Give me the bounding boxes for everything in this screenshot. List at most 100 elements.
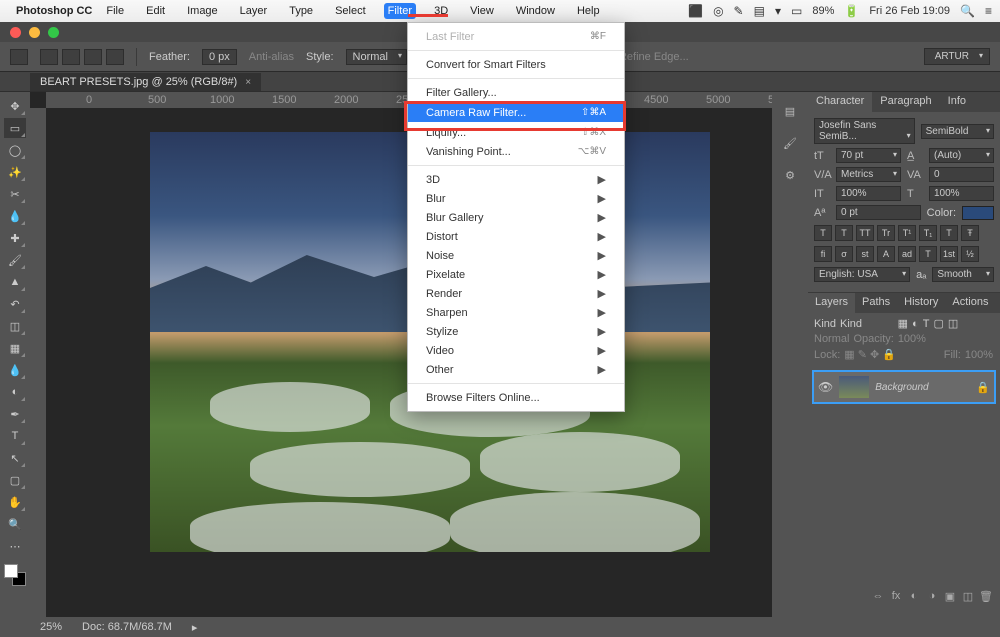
filter-pixel-icon[interactable]: ▦ bbox=[898, 317, 908, 330]
doc-size[interactable]: Doc: 68.7M/68.7M bbox=[82, 621, 172, 633]
menuitem-blur[interactable]: Blur▶ bbox=[408, 189, 624, 208]
menu-layer[interactable]: Layer bbox=[236, 3, 272, 19]
font-family-select[interactable]: Josefin Sans SemiB... bbox=[814, 118, 915, 144]
leading-field[interactable]: (Auto) bbox=[929, 148, 994, 163]
menuitem-pixelate[interactable]: Pixelate▶ bbox=[408, 265, 624, 284]
menu-filter[interactable]: Filter bbox=[384, 3, 416, 19]
marquee-tool[interactable]: ▭ bbox=[4, 118, 26, 138]
lock-icon[interactable]: 🔒 bbox=[976, 381, 990, 394]
ot-btn[interactable]: 1st bbox=[940, 246, 958, 262]
mask-icon[interactable]: ◐ bbox=[906, 590, 922, 603]
new-layer-icon[interactable]: ◫ bbox=[960, 590, 976, 603]
ot-btn[interactable]: A bbox=[877, 246, 895, 262]
menu-icon[interactable]: ▾ bbox=[775, 4, 781, 18]
workspace-select[interactable]: ARTUR bbox=[924, 48, 990, 65]
menuitem-render[interactable]: Render▶ bbox=[408, 284, 624, 303]
wand-tool[interactable]: ✨ bbox=[4, 162, 26, 182]
menuitem-liquify[interactable]: Liquify...⇧⌘X bbox=[408, 123, 624, 142]
eyedropper-tool[interactable]: 💧 bbox=[4, 206, 26, 226]
filter-smart-icon[interactable]: ◫ bbox=[948, 317, 958, 330]
menuitem-sharpen[interactable]: Sharpen▶ bbox=[408, 303, 624, 322]
menuitem-camera-raw-filter[interactable]: Camera Raw Filter...⇧⌘A bbox=[408, 103, 624, 122]
kerning-field[interactable]: Metrics bbox=[836, 167, 901, 182]
style-btn[interactable]: TT bbox=[856, 225, 874, 241]
evernote-icon[interactable]: ✎ bbox=[734, 4, 744, 18]
menu-edit[interactable]: Edit bbox=[142, 3, 169, 19]
tab-paths[interactable]: Paths bbox=[855, 293, 897, 313]
menu-window[interactable]: Window bbox=[512, 3, 559, 19]
blur-tool[interactable]: 💧 bbox=[4, 360, 26, 380]
baseline-field[interactable]: 0 pt bbox=[836, 205, 921, 220]
mem-icon[interactable]: ▤ bbox=[754, 4, 765, 18]
heal-tool[interactable]: ✚ bbox=[4, 228, 26, 248]
spotlight-icon[interactable]: 🔍 bbox=[960, 4, 975, 18]
menuitem-filter-gallery[interactable]: Filter Gallery... bbox=[408, 83, 624, 102]
lasso-tool[interactable]: ◯ bbox=[4, 140, 26, 160]
close-tab-icon[interactable]: × bbox=[245, 77, 251, 88]
app-name[interactable]: Photoshop CC bbox=[16, 5, 92, 17]
zoom-tool[interactable]: 🔍 bbox=[4, 514, 26, 534]
histogram-panel-icon[interactable]: ▤ bbox=[779, 102, 801, 120]
type-tool[interactable]: T bbox=[4, 426, 26, 446]
menu-image[interactable]: Image bbox=[183, 3, 222, 19]
brushes-panel-icon[interactable]: 🖌 bbox=[779, 134, 801, 152]
menuitem-other[interactable]: Other▶ bbox=[408, 360, 624, 379]
menu-type[interactable]: Type bbox=[285, 3, 317, 19]
style-btn[interactable]: T¹ bbox=[898, 225, 916, 241]
filter-type-icon[interactable]: T bbox=[923, 318, 930, 330]
style-btn[interactable]: Ŧ bbox=[961, 225, 979, 241]
sel-sub-icon[interactable] bbox=[84, 49, 102, 65]
font-style-select[interactable]: SemiBold bbox=[921, 124, 994, 139]
font-size-field[interactable]: 70 pt bbox=[836, 148, 901, 163]
menu-file[interactable]: File bbox=[102, 3, 128, 19]
ot-btn[interactable]: fi bbox=[814, 246, 832, 262]
tab-character[interactable]: Character bbox=[808, 92, 872, 112]
menuitem-3d[interactable]: 3D▶ bbox=[408, 170, 624, 189]
style-btn[interactable]: T bbox=[814, 225, 832, 241]
status-chevron-icon[interactable]: ▸ bbox=[192, 621, 198, 634]
menuitem-browse-filters-online[interactable]: Browse Filters Online... bbox=[408, 388, 624, 407]
aa-select[interactable]: Smooth bbox=[932, 267, 994, 282]
ot-btn[interactable]: ad bbox=[898, 246, 916, 262]
hscale-field[interactable]: 100% bbox=[929, 186, 994, 201]
shape-tool[interactable]: ▢ bbox=[4, 470, 26, 490]
group-icon[interactable]: ▣ bbox=[942, 590, 958, 603]
menu-help[interactable]: Help bbox=[573, 3, 604, 19]
menu-view[interactable]: View bbox=[466, 3, 498, 19]
text-color-swatch[interactable] bbox=[962, 206, 994, 220]
sel-add-icon[interactable] bbox=[62, 49, 80, 65]
tab-actions[interactable]: Actions bbox=[945, 293, 995, 313]
sel-new-icon[interactable] bbox=[40, 49, 58, 65]
list-icon[interactable]: ≡ bbox=[985, 4, 992, 18]
refine-edge-button[interactable]: Refine Edge... bbox=[619, 51, 689, 63]
style-btn[interactable]: Tr bbox=[877, 225, 895, 241]
style-select[interactable]: Normal bbox=[346, 49, 407, 65]
tab-info[interactable]: Info bbox=[940, 92, 974, 112]
minimize-window-button[interactable] bbox=[29, 27, 40, 38]
close-window-button[interactable] bbox=[10, 27, 21, 38]
menuitem-convert-for-smart-filters[interactable]: Convert for Smart Filters bbox=[408, 55, 624, 74]
layer-thumbnail[interactable] bbox=[839, 376, 869, 398]
style-btn[interactable]: T bbox=[835, 225, 853, 241]
filter-shape-icon[interactable]: ▢ bbox=[933, 317, 943, 330]
fill-field[interactable]: 100% bbox=[965, 349, 994, 361]
dropbox-icon[interactable]: ⬛ bbox=[688, 4, 703, 18]
ot-btn[interactable]: ½ bbox=[961, 246, 979, 262]
sel-int-icon[interactable] bbox=[106, 49, 124, 65]
style-btn[interactable]: T bbox=[940, 225, 958, 241]
menu-select[interactable]: Select bbox=[331, 3, 370, 19]
cc-icon[interactable]: ◎ bbox=[713, 4, 723, 18]
layer-row-background[interactable]: 👁 Background 🔒 bbox=[812, 370, 996, 404]
crop-tool[interactable]: ✂ bbox=[4, 184, 26, 204]
blend-mode-select[interactable]: Normal bbox=[814, 333, 849, 345]
antialias-checkbox[interactable]: Anti-alias bbox=[249, 51, 294, 63]
tab-history[interactable]: History bbox=[897, 293, 945, 313]
trash-icon[interactable]: 🗑 bbox=[978, 590, 994, 603]
feather-value[interactable]: 0 px bbox=[202, 49, 237, 65]
menuitem-vanishing-point[interactable]: Vanishing Point...⌥⌘V bbox=[408, 142, 624, 161]
screencast-icon[interactable]: ▭ bbox=[791, 4, 802, 18]
tab-layers[interactable]: Layers bbox=[808, 293, 855, 313]
move-tool[interactable]: ✥ bbox=[4, 96, 26, 116]
menuitem-distort[interactable]: Distort▶ bbox=[408, 227, 624, 246]
ot-btn[interactable]: st bbox=[856, 246, 874, 262]
